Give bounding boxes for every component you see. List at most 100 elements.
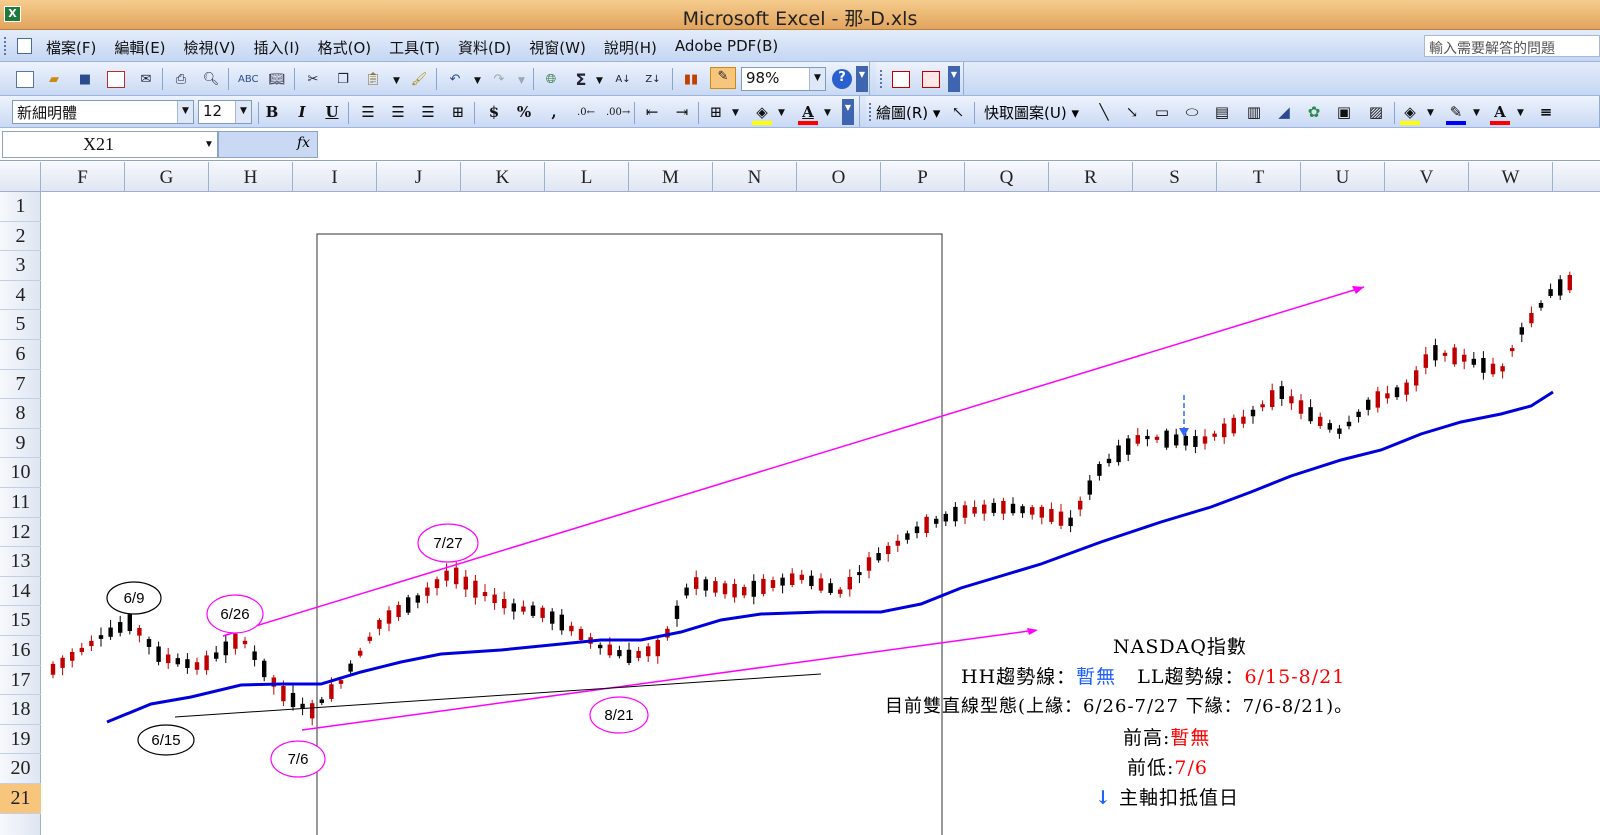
merge-center-icon[interactable]: ⊞ <box>448 103 468 122</box>
borders-dropdown-icon[interactable]: ▼ <box>732 108 739 118</box>
row-header-2[interactable]: 2 <box>0 222 41 252</box>
row-header-14[interactable]: 14 <box>0 577 41 607</box>
toolbar-options-icon[interactable]: ▼ <box>856 66 868 92</box>
column-header-M[interactable]: M <box>629 162 713 192</box>
draw-font-color-button[interactable]: A <box>1490 103 1510 122</box>
convert-to-pdf-icon[interactable] <box>892 71 910 88</box>
print-preview-icon[interactable]: 🔍︎ <box>202 71 220 88</box>
worksheet-grid[interactable]: 6/9 6/15 6/26 7/6 7/27 8/21 NASDAQ指數 HH趨勢線：暫無… <box>41 192 1600 835</box>
research-icon[interactable]: 📖︎ <box>268 71 286 88</box>
format-painter-icon[interactable]: 🖌︎ <box>410 71 428 88</box>
column-header-Q[interactable]: Q <box>965 162 1049 192</box>
toolbar-grip[interactable] <box>869 103 873 121</box>
row-header-5[interactable]: 5 <box>0 310 41 340</box>
row-header-4[interactable]: 4 <box>0 281 41 311</box>
help-question-input[interactable]: 輸入需要解答的問題 <box>1424 35 1600 57</box>
wordart-icon[interactable]: ◢ <box>1274 103 1294 122</box>
autosum-icon[interactable]: Σ <box>572 71 590 88</box>
permission-icon[interactable] <box>107 71 125 88</box>
cut-icon[interactable]: ✂ <box>304 71 322 88</box>
bold-button[interactable]: B <box>262 103 282 122</box>
new-document-icon[interactable] <box>16 71 34 88</box>
row-header-17[interactable]: 17 <box>0 666 41 696</box>
menu-item-7[interactable]: 視窗(W) <box>529 37 586 58</box>
column-header-N[interactable]: N <box>713 162 797 192</box>
autoshapes-menu-button[interactable]: 快取圖案(U) ▾ <box>984 102 1079 123</box>
column-header-K[interactable]: K <box>461 162 545 192</box>
arrow-tool-icon[interactable]: ↘ <box>1122 103 1142 122</box>
copy-icon[interactable]: ❐ <box>334 71 352 88</box>
column-header-G[interactable]: G <box>125 162 209 192</box>
line-style-icon[interactable]: ≡ <box>1536 103 1556 122</box>
name-box[interactable]: X21 ▼ <box>2 131 218 158</box>
row-header-10[interactable]: 10 <box>0 458 41 488</box>
column-header-H[interactable]: H <box>209 162 293 192</box>
rectangle-tool-icon[interactable]: ▭ <box>1152 103 1172 122</box>
borders-icon[interactable]: ⊞ <box>706 103 726 122</box>
draw-font-color-dropdown-icon[interactable]: ▼ <box>1517 108 1524 118</box>
line-color-dropdown-icon[interactable]: ▼ <box>1473 108 1480 118</box>
toolbar-grip[interactable] <box>880 70 884 88</box>
save-icon[interactable]: ■ <box>76 71 94 88</box>
line-tool-icon[interactable]: ╲ <box>1094 103 1114 122</box>
vertical-text-box-icon[interactable]: ▥ <box>1244 103 1264 122</box>
chart-wizard-icon[interactable]: ▮▮ <box>682 71 700 88</box>
row-header-8[interactable]: 8 <box>0 399 41 429</box>
menu-item-9[interactable]: Adobe PDF(B) <box>675 37 778 58</box>
column-header-U[interactable]: U <box>1301 162 1385 192</box>
menu-item-0[interactable]: 檔案(F) <box>46 37 96 58</box>
row-header-12[interactable]: 12 <box>0 518 41 548</box>
clip-art-icon[interactable]: ▣ <box>1334 103 1354 122</box>
align-center-icon[interactable]: ☰ <box>388 103 408 122</box>
undo-icon[interactable]: ↶ <box>446 71 464 88</box>
autosum-dropdown-icon[interactable]: ▼ <box>596 76 603 86</box>
row-header-6[interactable]: 6 <box>0 340 41 370</box>
menu-item-6[interactable]: 資料(D) <box>458 37 511 58</box>
row-header-20[interactable]: 20 <box>0 754 41 784</box>
italic-button[interactable]: I <box>292 103 312 122</box>
comma-button[interactable]: , <box>544 103 564 122</box>
menu-item-3[interactable]: 插入(I) <box>254 37 300 58</box>
row-header-21[interactable]: 21 <box>0 784 41 814</box>
align-right-icon[interactable]: ☰ <box>418 103 438 122</box>
paste-dropdown-icon[interactable]: ▼ <box>393 76 400 86</box>
menu-item-8[interactable]: 說明(H) <box>604 37 657 58</box>
column-header-L[interactable]: L <box>545 162 629 192</box>
drawing-toggle-icon[interactable]: ✎ <box>710 67 736 89</box>
line-color-icon[interactable]: ✎ <box>1446 103 1466 122</box>
toolbar-options-icon[interactable]: ▼ <box>842 99 854 125</box>
align-left-icon[interactable]: ☰ <box>358 103 378 122</box>
select-objects-icon[interactable]: ↖ <box>948 103 968 122</box>
row-header-9[interactable]: 9 <box>0 429 41 459</box>
help-icon[interactable]: ? <box>832 69 852 89</box>
chevron-down-icon[interactable]: ▼ <box>235 101 251 123</box>
fill-color-dropdown-icon[interactable]: ▼ <box>778 108 785 118</box>
toolbar-grip[interactable] <box>4 37 8 55</box>
font-name-select[interactable]: 新細明體 ▼ <box>12 100 194 124</box>
insert-picture-icon[interactable]: ▨ <box>1366 103 1386 122</box>
row-header-19[interactable]: 19 <box>0 725 41 755</box>
column-header-O[interactable]: O <box>797 162 881 192</box>
fill-color-icon[interactable]: ◈ <box>752 103 772 122</box>
zoom-select[interactable]: 98% ▼ <box>741 67 826 91</box>
select-all-corner[interactable] <box>0 162 41 192</box>
hyperlink-icon[interactable]: 🌐︎ <box>542 71 560 88</box>
column-header-R[interactable]: R <box>1049 162 1133 192</box>
print-icon[interactable]: ⎙ <box>172 71 190 88</box>
row-header-7[interactable]: 7 <box>0 370 41 400</box>
draw-fill-color-icon[interactable]: ◈ <box>1400 103 1420 122</box>
insert-function-button[interactable]: fx <box>297 135 310 151</box>
row-header-16[interactable]: 16 <box>0 636 41 666</box>
currency-button[interactable]: $ <box>484 103 504 122</box>
toolbar-options-icon[interactable]: ▼ <box>948 66 960 92</box>
column-header-S[interactable]: S <box>1133 162 1217 192</box>
increase-decimal-icon[interactable]: .0← <box>576 103 596 122</box>
row-header-18[interactable]: 18 <box>0 695 41 725</box>
undo-dropdown-icon[interactable]: ▼ <box>474 76 481 86</box>
email-icon[interactable]: ✉ <box>137 71 155 88</box>
draw-menu-button[interactable]: 繪圖(R) ▾ <box>876 102 940 123</box>
diagram-icon[interactable]: ✿ <box>1304 103 1324 122</box>
open-folder-icon[interactable]: ▰ <box>45 71 63 88</box>
underline-button[interactable]: U <box>322 103 342 122</box>
chevron-down-icon[interactable]: ▼ <box>809 68 825 90</box>
